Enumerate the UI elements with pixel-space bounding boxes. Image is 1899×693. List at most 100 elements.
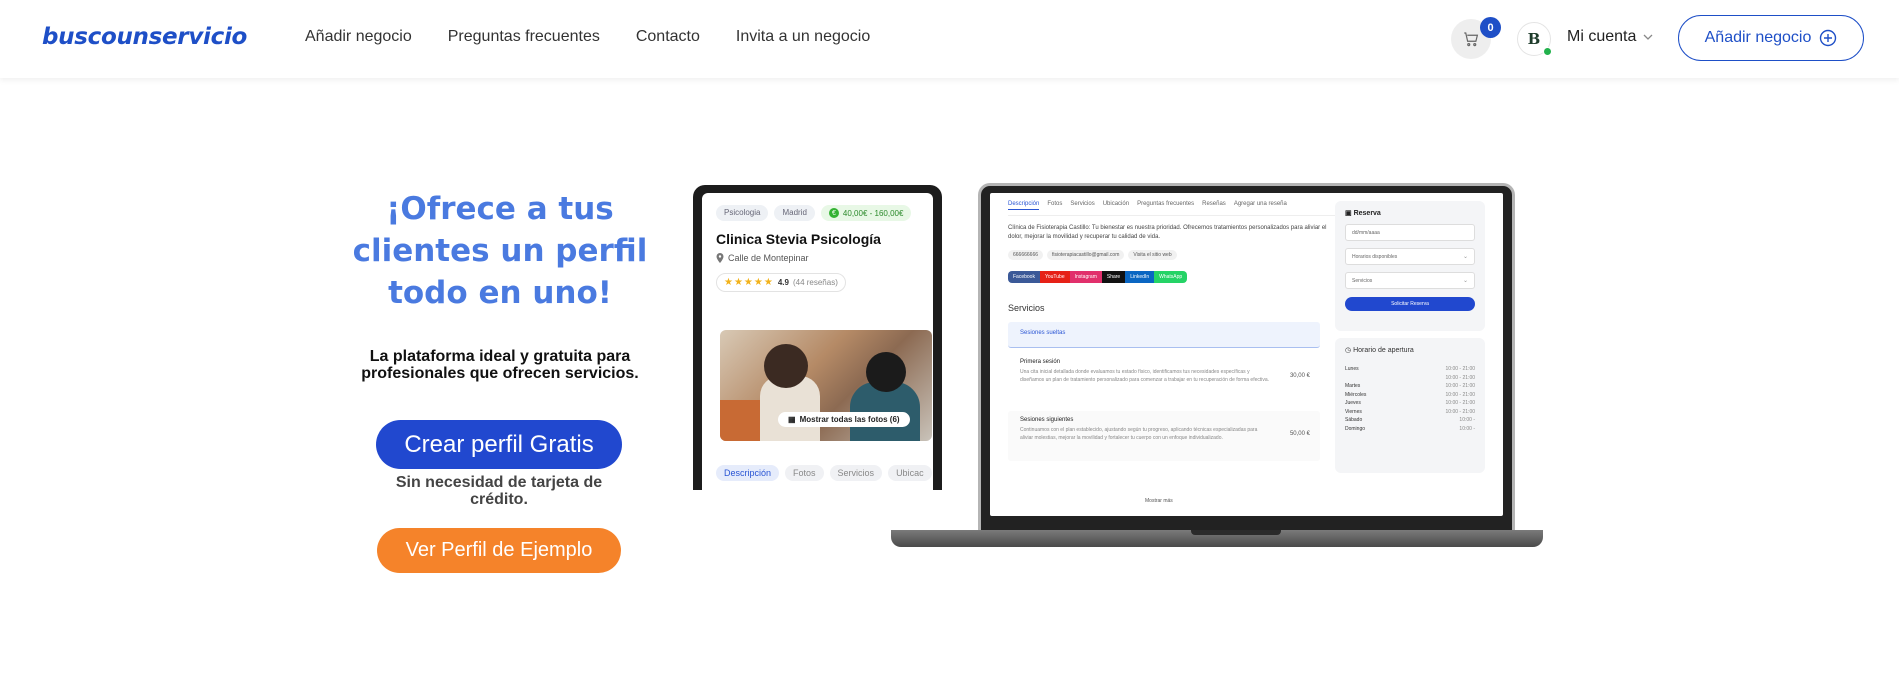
laptop-mockup: Descripción Fotos Servicios Ubicación Pr… <box>978 183 1515 533</box>
whatsapp-button[interactable]: WhatsApp <box>1154 271 1188 283</box>
tab-reviews[interactable]: Reseñas <box>1202 201 1226 210</box>
main-nav: Añadir negocio Preguntas frecuentes Cont… <box>305 28 870 46</box>
hours-row: Sábado 10:00 - <box>1345 417 1475 423</box>
price-tag: € 40,00€ - 160,00€ <box>820 205 912 221</box>
youtube-button[interactable]: YouTube <box>1039 271 1070 283</box>
hours-row: Domingo 10:00 - <box>1345 425 1475 432</box>
nav-add-business[interactable]: Añadir negocio <box>305 28 412 46</box>
service-title: Primera sesión <box>1020 359 1061 365</box>
instagram-button[interactable]: Instagram <box>1069 271 1102 283</box>
account-menu[interactable]: Mi cuenta <box>1567 28 1654 46</box>
contact-chips: 666666666 fisioterapiacastillo@gmail.com… <box>1008 250 1177 260</box>
service-item[interactable]: Primera sesión Una cita inicial detallad… <box>1008 353 1320 403</box>
tablet-tabs: Descripción Fotos Servicios Ubicac <box>716 465 932 481</box>
email-chip[interactable]: fisioterapiacastillo@gmail.com <box>1047 250 1125 260</box>
example-profile-button[interactable]: Ver Perfil de Ejemplo <box>377 528 621 573</box>
chevron-down-icon: ⌄ <box>1462 278 1468 284</box>
grid-icon: ▦ <box>788 415 796 424</box>
clinic-name: Clinica Stevia Psicología <box>716 231 881 247</box>
account-label: Mi cuenta <box>1567 28 1637 45</box>
create-profile-button[interactable]: Crear perfil Gratis <box>376 420 622 469</box>
service-item[interactable]: Sesiones siguientes Continuamos con el p… <box>1008 411 1320 461</box>
clinic-photo: ▦ Mostrar todas las fotos (6) <box>720 330 932 441</box>
clock-icon: ◷ <box>1345 347 1352 354</box>
tab-services[interactable]: Servicios <box>1070 201 1094 210</box>
linkedin-button[interactable]: LinkedIn <box>1125 271 1155 283</box>
show-photos-label: Mostrar todas las fotos (6) <box>799 415 900 424</box>
tag-row: Psicologia Madrid € 40,00€ - 160,00€ <box>716 205 912 221</box>
share-button[interactable]: Share <box>1101 271 1126 283</box>
city-tag: Madrid <box>774 205 815 221</box>
tab-location[interactable]: Ubicación <box>1103 201 1129 210</box>
nav-invite-business[interactable]: Invita a un negocio <box>736 28 870 46</box>
review-count: (44 reseñas) <box>792 278 838 287</box>
show-all-photos-button[interactable]: ▦ Mostrar todas las fotos (6) <box>778 412 910 427</box>
show-more-link[interactable]: Mostrar más <box>1145 498 1173 504</box>
rating-value: 4.9 <box>777 278 789 287</box>
laptop-notch <box>1191 530 1281 535</box>
online-status-dot <box>1543 47 1552 56</box>
phone-chip[interactable]: 666666666 <box>1008 250 1044 260</box>
laptop-screen: Descripción Fotos Servicios Ubicación Pr… <box>990 193 1503 516</box>
nav-contact[interactable]: Contacto <box>636 28 700 46</box>
plus-circle-icon <box>1820 29 1837 47</box>
tab-description[interactable]: Descripción <box>1008 201 1040 210</box>
sessions-accordion[interactable]: Sesiones sueltas <box>1008 322 1320 348</box>
calendar-icon: ▣ <box>1345 210 1352 217</box>
opening-hours-title: ◷ Horario de apertura <box>1345 347 1414 354</box>
rating-pill: ★★★★★ 4.9 (44 reseñas) <box>716 273 846 292</box>
reservation-card: ▣ Reserva dd/mm/aaaa Horarios disponible… <box>1335 201 1485 331</box>
clinic-address: Calle de Montepinar <box>716 253 809 263</box>
laptop-tabs: Descripción Fotos Servicios Ubicación Pr… <box>1008 201 1287 210</box>
tab-faq[interactable]: Preguntas frecuentes <box>1137 201 1194 210</box>
site-logo[interactable]: buscounservicio <box>42 24 247 50</box>
cart-icon <box>1464 32 1479 47</box>
service-description: Una cita inicial detallada donde evaluam… <box>1020 369 1270 383</box>
request-reservation-button[interactable]: Solicitar Reserva <box>1345 297 1475 311</box>
facebook-button[interactable]: Facebook <box>1008 271 1040 283</box>
hours-select[interactable]: Horarios disponibles ⌄ <box>1345 248 1475 265</box>
services-select[interactable]: Servicios ⌄ <box>1345 272 1475 289</box>
tab-location[interactable]: Ubicac <box>888 465 932 481</box>
top-header: buscounservicio Añadir negocio Preguntas… <box>0 0 1899 78</box>
hero-title: ¡Ofrece a tus clientes un perfil todo en… <box>352 191 648 311</box>
chevron-down-icon: ⌄ <box>1462 254 1468 260</box>
website-chip[interactable]: Visita el sitio web <box>1128 250 1177 260</box>
hours-row: Miércoles 10:00 - 21:00 <box>1345 391 1475 398</box>
add-business-button[interactable]: Añadir negocio <box>1678 15 1864 61</box>
service-price: 30,00 € <box>1289 373 1310 379</box>
add-business-label: Añadir negocio <box>1704 29 1812 46</box>
hours-row: Viernes 10:00 - 21:00 <box>1345 408 1475 415</box>
service-title: Sesiones siguientes <box>1020 417 1074 423</box>
service-price: 50,00 € <box>1289 431 1310 437</box>
tab-description[interactable]: Descripción <box>716 465 780 481</box>
chevron-down-icon <box>1643 34 1653 40</box>
tablet-screen: Psicologia Madrid € 40,00€ - 160,00€ Cli… <box>702 193 933 490</box>
tab-photos[interactable]: Fotos <box>1047 201 1062 210</box>
tablet-mockup: Psicologia Madrid € 40,00€ - 160,00€ Cli… <box>693 185 942 490</box>
euro-icon: € <box>828 208 839 218</box>
cart-count-badge: 0 <box>1480 17 1501 38</box>
services-heading: Servicios <box>1008 303 1045 313</box>
date-input[interactable]: dd/mm/aaaa <box>1345 224 1475 241</box>
opening-hours-card: ◷ Horario de apertura Lunes 10:00 - 21:00… <box>1335 338 1485 473</box>
tab-services[interactable]: Servicios <box>829 465 883 481</box>
tab-add-review[interactable]: Agregar una reseña <box>1234 201 1287 210</box>
business-description: Clínica de Fisioterapia Castillo: Tu bie… <box>1008 225 1327 240</box>
star-rating-icon: ★★★★★ <box>724 277 774 288</box>
hours-row: Lunes 10:00 - 21:00 <box>1345 366 1475 372</box>
reservation-title: ▣ Reserva <box>1345 210 1381 217</box>
social-buttons: Facebook YouTube Instagram Share LinkedI… <box>1008 271 1188 283</box>
price-range: 40,00€ - 160,00€ <box>842 208 904 218</box>
nav-faq[interactable]: Preguntas frecuentes <box>448 28 600 46</box>
location-pin-icon <box>716 253 724 263</box>
category-tag: Psicologia <box>716 205 769 221</box>
hours-row: Martes 10:00 - 21:00 <box>1345 383 1475 389</box>
address-text: Calle de Montepinar <box>728 253 809 263</box>
hero-subtitle: La plataforma ideal y gratuita para prof… <box>361 348 639 382</box>
tab-photos[interactable]: Fotos <box>785 465 824 481</box>
hours-row: Jueves 10:00 - 21:00 <box>1345 400 1475 406</box>
hours-row: 10:00 - 21:00 <box>1445 374 1475 381</box>
no-card-note: Sin necesidad de tarjeta de crédito. <box>395 474 603 508</box>
service-description: Continuamos con el plan establecido, aju… <box>1020 427 1258 441</box>
